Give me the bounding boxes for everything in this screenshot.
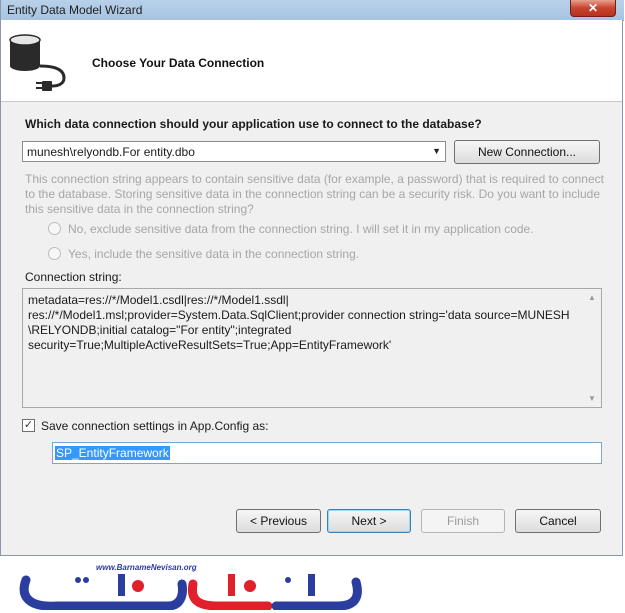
close-icon: ✕ [587,1,599,15]
close-button[interactable]: ✕ [570,0,616,17]
radio-exclude[interactable] [48,222,61,235]
radio-include[interactable] [48,247,61,260]
finish-button[interactable]: Finish [421,509,505,533]
radio-exclude-option[interactable]: No, exclude sensitive data from the conn… [48,222,534,238]
chevron-down-icon[interactable]: ▼ [432,146,441,156]
connection-string-text: metadata=res://*/Model1.csdl|res://*/Mod… [28,293,570,352]
config-name-input[interactable]: SP_EntityFramework [52,442,602,464]
radio-include-label: Yes, include the sensitive data in the c… [68,247,360,261]
vertical-scrollbar[interactable]: ▲ ▼ [584,289,601,407]
logo-graphic [19,574,362,611]
scroll-down-icon[interactable]: ▼ [588,394,596,403]
cancel-button[interactable]: Cancel [515,509,601,533]
sensitive-data-info: This connection string appears to contai… [25,172,604,216]
connection-question: Which data connection should your applic… [25,117,482,131]
title-bar[interactable]: Entity Data Model Wizard ✕ [1,0,624,21]
radio-include-option[interactable]: Yes, include the sensitive data in the c… [48,247,359,263]
save-settings-checkbox[interactable]: ✓ [22,419,35,432]
new-connection-button[interactable]: New Connection... [454,140,600,164]
connection-select-value: munesh\relyondb.For entity.dbo [27,145,195,159]
scroll-up-icon[interactable]: ▲ [588,293,596,302]
save-settings-label[interactable]: Save connection settings in App.Config a… [41,419,268,433]
site-logo: www.BarnameNevisan.org [18,563,363,611]
window-title: Entity Data Model Wizard [7,3,143,17]
previous-button[interactable]: < Previous [236,509,321,533]
checkmark-icon: ✓ [23,419,34,431]
wizard-window: Entity Data Model Wizard ✕ Choose Your D… [0,0,624,556]
page-title: Choose Your Data Connection [92,56,265,70]
connection-string-box[interactable]: metadata=res://*/Model1.csdl|res://*/Mod… [22,288,602,408]
next-button[interactable]: Next > [327,509,411,533]
wizard-header: Choose Your Data Connection [1,20,622,102]
connection-string-label: Connection string: [25,270,122,284]
radio-exclude-label: No, exclude sensitive data from the conn… [68,222,534,236]
connection-select[interactable]: munesh\relyondb.For entity.dbo ▼ [22,141,446,162]
database-connection-icon [9,34,66,91]
logo-url: www.BarnameNevisan.org [96,563,197,572]
config-name-value: SP_EntityFramework [55,446,170,460]
